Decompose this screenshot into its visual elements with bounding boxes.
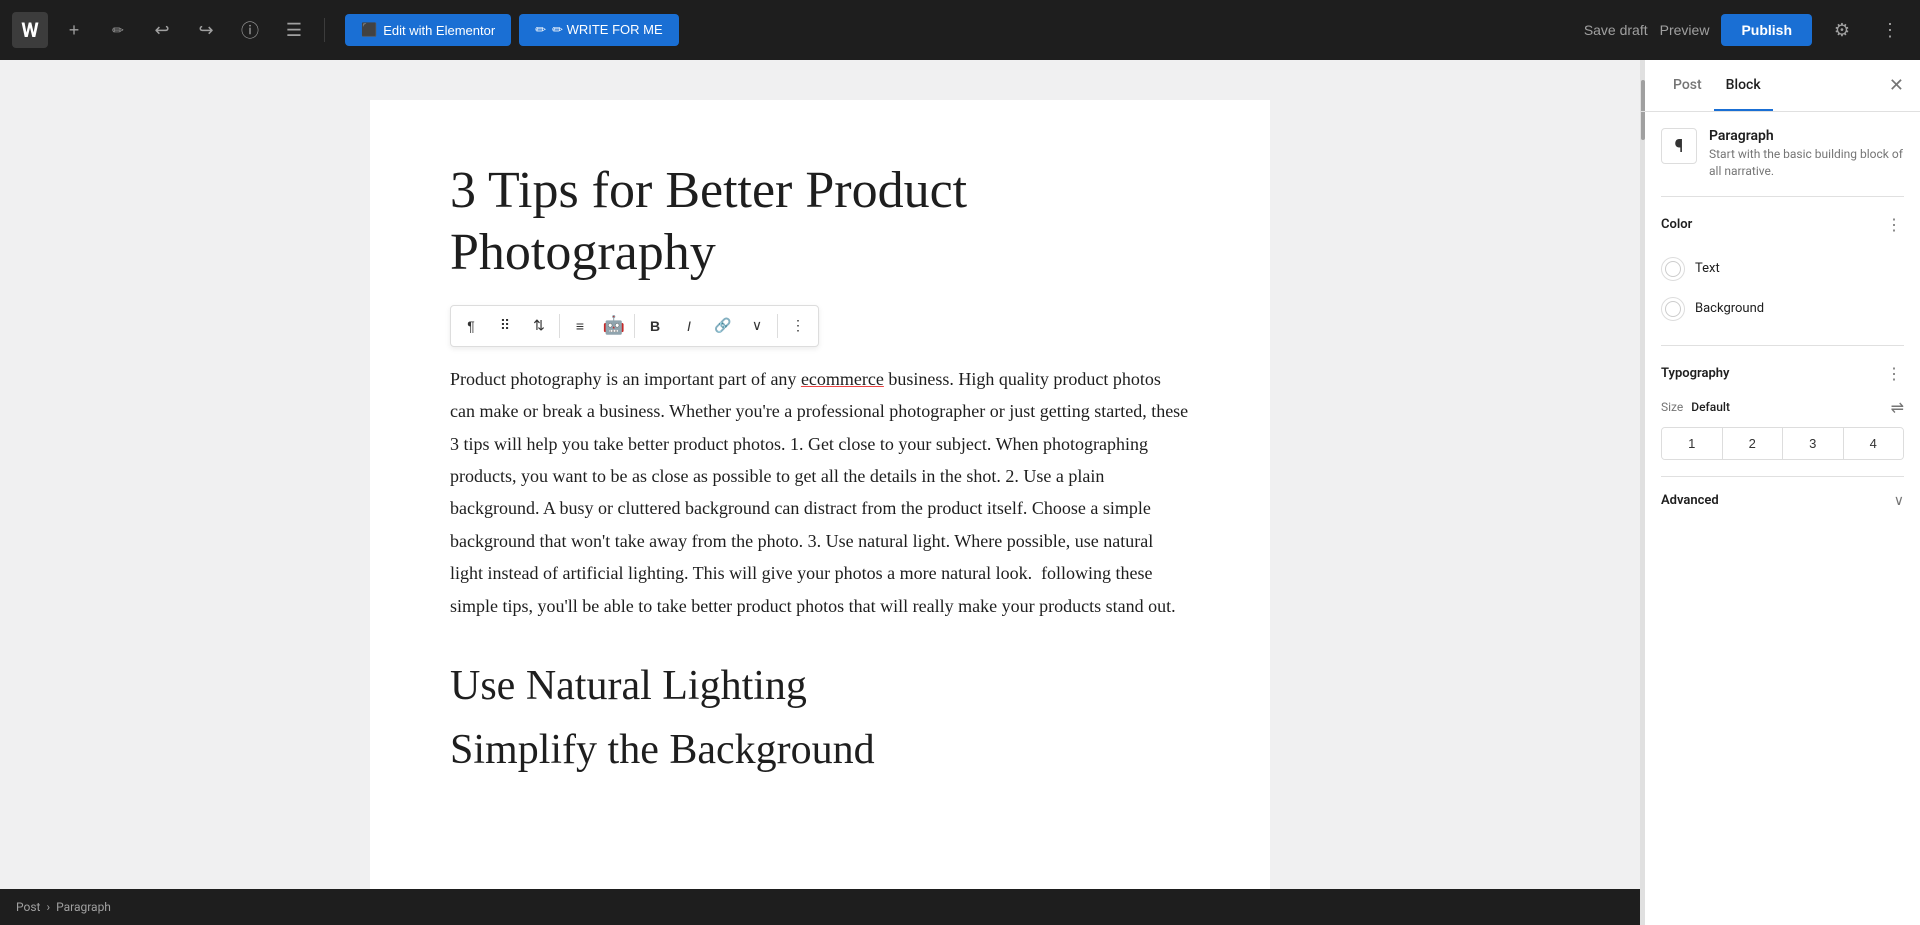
list-view-button[interactable]: ☰ — [276, 12, 312, 48]
preview-button[interactable]: Preview — [1660, 22, 1710, 38]
main-layout: 3 Tips for Better Product Photography ¶ … — [0, 60, 1920, 925]
background-color-option[interactable]: Background — [1661, 289, 1904, 329]
undo-button[interactable]: ↩ — [144, 12, 180, 48]
color-section: Color ⋮ Text Background — [1661, 197, 1904, 346]
size-value: Default — [1691, 400, 1730, 414]
background-color-inner — [1665, 301, 1681, 317]
add-block-button[interactable]: + — [56, 12, 92, 48]
block-options-button[interactable]: ⋮ — [782, 310, 814, 342]
advanced-header[interactable]: Advanced ∨ — [1661, 493, 1904, 509]
size-label: Size — [1661, 400, 1683, 414]
ecommerce-link[interactable]: ecommerce — [801, 369, 884, 389]
editor-content[interactable]: 3 Tips for Better Product Photography ¶ … — [370, 100, 1270, 905]
align-icon: ≡ — [576, 318, 584, 334]
sidebar-close-button[interactable]: ✕ — [1889, 75, 1904, 96]
link-button[interactable]: 🔗 — [707, 310, 739, 342]
block-info: ¶ Paragraph Start with the basic buildin… — [1661, 112, 1904, 197]
redo-button[interactable]: ↪ — [188, 12, 224, 48]
tab-post[interactable]: Post — [1661, 60, 1714, 111]
color-section-header: Color ⋮ — [1661, 213, 1904, 237]
toolbar-divider-1 — [324, 18, 325, 42]
toolbar-divider — [559, 314, 560, 338]
breadcrumb-post[interactable]: Post — [16, 900, 40, 914]
tools-button[interactable]: ✏ — [100, 12, 136, 48]
heading-level-3-button[interactable]: 3 — [1783, 428, 1844, 459]
breadcrumb-current: Paragraph — [56, 900, 111, 914]
advanced-section: Advanced ∨ — [1661, 477, 1904, 525]
write-label: ✏ WRITE FOR ME — [552, 22, 663, 38]
heading-level-4-button[interactable]: 4 — [1844, 428, 1904, 459]
edit-with-elementor-button[interactable]: ⬛ Edit with Elementor — [345, 14, 511, 46]
link-icon: 🔗 — [714, 317, 731, 334]
paragraph-type-button[interactable]: ¶ — [455, 310, 487, 342]
background-color-label: Background — [1695, 301, 1764, 316]
drag-handle-button[interactable]: ⠿ — [489, 310, 521, 342]
color-more-button[interactable]: ⋮ — [1884, 213, 1904, 237]
info-button[interactable]: ⓘ — [232, 12, 268, 48]
settings-button[interactable]: ⚙ — [1824, 12, 1860, 48]
block-toolbar: ¶ ⠿ ⇅ ≡ 🤖 B I 🔗 — [450, 305, 819, 347]
partial-heading[interactable]: Simplify the Background — [450, 726, 1190, 774]
arrows-icon: ⇅ — [533, 317, 545, 334]
breadcrumb-separator: › — [46, 900, 50, 914]
text-color-circle[interactable] — [1661, 257, 1685, 281]
typography-section-header: Typography ⋮ — [1661, 362, 1904, 386]
advanced-chevron-icon: ∨ — [1894, 493, 1904, 509]
advanced-title: Advanced — [1661, 493, 1719, 508]
write-for-me-button[interactable]: ✏ ✏ WRITE FOR ME — [519, 14, 678, 46]
sidebar-tabs: Post Block ✕ — [1641, 60, 1920, 112]
top-toolbar: W + ✏ ↩ ↪ ⓘ ☰ ⬛ Edit with Elementor ✏ ✏ … — [0, 0, 1920, 60]
save-draft-button[interactable]: Save draft — [1584, 22, 1648, 38]
emoji-button[interactable]: 🤖 — [598, 310, 630, 342]
paragraph-icon: ¶ — [467, 318, 475, 334]
align-button[interactable]: ≡ — [564, 310, 596, 342]
size-row: Size Default ⇌ — [1661, 398, 1904, 417]
toolbar-right: Save draft Preview Publish ⚙ ⋮ — [1584, 12, 1908, 48]
bold-button[interactable]: B — [639, 310, 671, 342]
text-color-inner — [1665, 261, 1681, 277]
text-color-label: Text — [1695, 261, 1720, 276]
block-type-name: Paragraph — [1709, 128, 1904, 144]
text-color-option[interactable]: Text — [1661, 249, 1904, 289]
sidebar-scrollbar[interactable] — [1641, 60, 1645, 925]
section-heading[interactable]: Use Natural Lighting — [450, 662, 1190, 710]
tab-block[interactable]: Block — [1714, 60, 1773, 111]
more-options-button[interactable]: ⋮ — [1872, 12, 1908, 48]
move-arrows-button[interactable]: ⇅ — [523, 310, 555, 342]
elementor-icon: ⬛ — [361, 22, 377, 38]
heading-level-1-button[interactable]: 1 — [1662, 428, 1723, 459]
drag-icon: ⠿ — [500, 317, 510, 334]
post-title[interactable]: 3 Tips for Better Product Photography — [450, 160, 1190, 285]
color-section-title: Color — [1661, 217, 1692, 232]
sidebar-content: ¶ Paragraph Start with the basic buildin… — [1641, 112, 1920, 525]
block-type-description: Start with the basic building block of a… — [1709, 146, 1904, 180]
emoji-icon: 🤖 — [603, 315, 625, 336]
size-controls-icon[interactable]: ⇌ — [1891, 398, 1904, 417]
publish-button[interactable]: Publish — [1721, 14, 1812, 46]
typography-section: Typography ⋮ Size Default ⇌ 1 2 3 4 — [1661, 346, 1904, 477]
toolbar-divider-3 — [777, 314, 778, 338]
heading-level-2-button[interactable]: 2 — [1723, 428, 1784, 459]
post-body[interactable]: Product photography is an important part… — [450, 363, 1190, 622]
wordpress-logo[interactable]: W — [12, 12, 48, 48]
breadcrumb: Post › Paragraph — [0, 889, 1640, 925]
heading-levels: 1 2 3 4 — [1661, 427, 1904, 460]
right-sidebar: Post Block ✕ ¶ Paragraph Start with the … — [1640, 60, 1920, 925]
block-type-icon: ¶ — [1661, 128, 1697, 164]
more-rich-text-button[interactable]: ∨ — [741, 310, 773, 342]
write-icon: ✏ — [535, 22, 546, 38]
italic-button[interactable]: I — [673, 310, 705, 342]
typography-section-title: Typography — [1661, 366, 1730, 381]
toolbar-divider-2 — [634, 314, 635, 338]
background-color-circle[interactable] — [1661, 297, 1685, 321]
typography-more-button[interactable]: ⋮ — [1884, 362, 1904, 386]
block-info-text: Paragraph Start with the basic building … — [1709, 128, 1904, 180]
elementor-label: Edit with Elementor — [383, 23, 495, 38]
editor-area[interactable]: 3 Tips for Better Product Photography ¶ … — [0, 60, 1640, 925]
